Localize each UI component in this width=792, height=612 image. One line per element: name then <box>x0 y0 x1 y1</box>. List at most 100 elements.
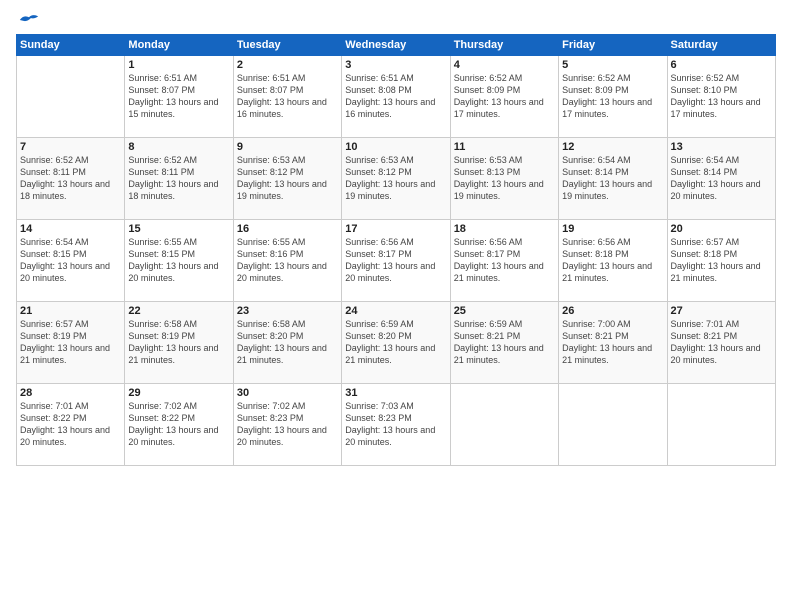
cell-info: Sunrise: 6:52 AM Sunset: 8:11 PM Dayligh… <box>128 154 229 203</box>
cell-info: Sunrise: 6:52 AM Sunset: 8:09 PM Dayligh… <box>454 72 555 121</box>
table-row <box>667 384 775 466</box>
cell-info: Sunrise: 6:53 AM Sunset: 8:12 PM Dayligh… <box>345 154 446 203</box>
cell-info: Sunrise: 6:52 AM Sunset: 8:10 PM Dayligh… <box>671 72 772 121</box>
table-row: 25Sunrise: 6:59 AM Sunset: 8:21 PM Dayli… <box>450 302 558 384</box>
cell-info: Sunrise: 6:55 AM Sunset: 8:16 PM Dayligh… <box>237 236 338 285</box>
col-wednesday: Wednesday <box>342 35 450 56</box>
day-number: 25 <box>454 305 555 317</box>
table-row: 3Sunrise: 6:51 AM Sunset: 8:08 PM Daylig… <box>342 56 450 138</box>
table-row: 16Sunrise: 6:55 AM Sunset: 8:16 PM Dayli… <box>233 220 341 302</box>
cell-info: Sunrise: 6:58 AM Sunset: 8:19 PM Dayligh… <box>128 318 229 367</box>
cell-info: Sunrise: 6:56 AM Sunset: 8:17 PM Dayligh… <box>345 236 446 285</box>
table-row: 14Sunrise: 6:54 AM Sunset: 8:15 PM Dayli… <box>17 220 125 302</box>
day-number: 10 <box>345 141 446 153</box>
table-row: 31Sunrise: 7:03 AM Sunset: 8:23 PM Dayli… <box>342 384 450 466</box>
table-row: 1Sunrise: 6:51 AM Sunset: 8:07 PM Daylig… <box>125 56 233 138</box>
table-row: 15Sunrise: 6:55 AM Sunset: 8:15 PM Dayli… <box>125 220 233 302</box>
table-row: 21Sunrise: 6:57 AM Sunset: 8:19 PM Dayli… <box>17 302 125 384</box>
cell-info: Sunrise: 6:57 AM Sunset: 8:18 PM Dayligh… <box>671 236 772 285</box>
table-row <box>17 56 125 138</box>
header-row: Sunday Monday Tuesday Wednesday Thursday… <box>17 35 776 56</box>
table-row: 12Sunrise: 6:54 AM Sunset: 8:14 PM Dayli… <box>559 138 667 220</box>
table-row: 11Sunrise: 6:53 AM Sunset: 8:13 PM Dayli… <box>450 138 558 220</box>
table-row: 9Sunrise: 6:53 AM Sunset: 8:12 PM Daylig… <box>233 138 341 220</box>
col-thursday: Thursday <box>450 35 558 56</box>
cell-info: Sunrise: 6:54 AM Sunset: 8:14 PM Dayligh… <box>671 154 772 203</box>
table-row: 8Sunrise: 6:52 AM Sunset: 8:11 PM Daylig… <box>125 138 233 220</box>
table-row: 18Sunrise: 6:56 AM Sunset: 8:17 PM Dayli… <box>450 220 558 302</box>
table-row: 23Sunrise: 6:58 AM Sunset: 8:20 PM Dayli… <box>233 302 341 384</box>
day-number: 8 <box>128 141 229 153</box>
cell-info: Sunrise: 6:55 AM Sunset: 8:15 PM Dayligh… <box>128 236 229 285</box>
table-row: 13Sunrise: 6:54 AM Sunset: 8:14 PM Dayli… <box>667 138 775 220</box>
col-monday: Monday <box>125 35 233 56</box>
day-number: 2 <box>237 59 338 71</box>
cell-info: Sunrise: 6:52 AM Sunset: 8:09 PM Dayligh… <box>562 72 663 121</box>
table-row: 19Sunrise: 6:56 AM Sunset: 8:18 PM Dayli… <box>559 220 667 302</box>
cell-info: Sunrise: 6:59 AM Sunset: 8:21 PM Dayligh… <box>454 318 555 367</box>
cell-info: Sunrise: 6:51 AM Sunset: 8:07 PM Dayligh… <box>237 72 338 121</box>
table-row: 29Sunrise: 7:02 AM Sunset: 8:22 PM Dayli… <box>125 384 233 466</box>
day-number: 18 <box>454 223 555 235</box>
cell-info: Sunrise: 7:00 AM Sunset: 8:21 PM Dayligh… <box>562 318 663 367</box>
cell-info: Sunrise: 7:03 AM Sunset: 8:23 PM Dayligh… <box>345 400 446 449</box>
table-row: 2Sunrise: 6:51 AM Sunset: 8:07 PM Daylig… <box>233 56 341 138</box>
day-number: 1 <box>128 59 229 71</box>
day-number: 21 <box>20 305 121 317</box>
cell-info: Sunrise: 6:56 AM Sunset: 8:17 PM Dayligh… <box>454 236 555 285</box>
day-number: 31 <box>345 387 446 399</box>
cell-info: Sunrise: 6:52 AM Sunset: 8:11 PM Dayligh… <box>20 154 121 203</box>
day-number: 27 <box>671 305 772 317</box>
day-number: 22 <box>128 305 229 317</box>
day-number: 9 <box>237 141 338 153</box>
header <box>16 12 776 28</box>
calendar-week-row: 28Sunrise: 7:01 AM Sunset: 8:22 PM Dayli… <box>17 384 776 466</box>
page: Sunday Monday Tuesday Wednesday Thursday… <box>0 0 792 612</box>
cell-info: Sunrise: 6:53 AM Sunset: 8:13 PM Dayligh… <box>454 154 555 203</box>
day-number: 11 <box>454 141 555 153</box>
logo <box>16 12 40 28</box>
cell-info: Sunrise: 6:53 AM Sunset: 8:12 PM Dayligh… <box>237 154 338 203</box>
day-number: 30 <box>237 387 338 399</box>
table-row <box>450 384 558 466</box>
day-number: 24 <box>345 305 446 317</box>
cell-info: Sunrise: 6:57 AM Sunset: 8:19 PM Dayligh… <box>20 318 121 367</box>
calendar-week-row: 21Sunrise: 6:57 AM Sunset: 8:19 PM Dayli… <box>17 302 776 384</box>
day-number: 16 <box>237 223 338 235</box>
table-row: 10Sunrise: 6:53 AM Sunset: 8:12 PM Dayli… <box>342 138 450 220</box>
cell-info: Sunrise: 7:02 AM Sunset: 8:23 PM Dayligh… <box>237 400 338 449</box>
calendar-table: Sunday Monday Tuesday Wednesday Thursday… <box>16 34 776 466</box>
day-number: 6 <box>671 59 772 71</box>
table-row: 24Sunrise: 6:59 AM Sunset: 8:20 PM Dayli… <box>342 302 450 384</box>
calendar-week-row: 7Sunrise: 6:52 AM Sunset: 8:11 PM Daylig… <box>17 138 776 220</box>
cell-info: Sunrise: 7:01 AM Sunset: 8:22 PM Dayligh… <box>20 400 121 449</box>
day-number: 28 <box>20 387 121 399</box>
day-number: 17 <box>345 223 446 235</box>
day-number: 3 <box>345 59 446 71</box>
cell-info: Sunrise: 6:54 AM Sunset: 8:14 PM Dayligh… <box>562 154 663 203</box>
day-number: 14 <box>20 223 121 235</box>
table-row: 7Sunrise: 6:52 AM Sunset: 8:11 PM Daylig… <box>17 138 125 220</box>
day-number: 29 <box>128 387 229 399</box>
logo-bird-icon <box>18 12 40 28</box>
day-number: 4 <box>454 59 555 71</box>
table-row: 26Sunrise: 7:00 AM Sunset: 8:21 PM Dayli… <box>559 302 667 384</box>
table-row: 5Sunrise: 6:52 AM Sunset: 8:09 PM Daylig… <box>559 56 667 138</box>
day-number: 13 <box>671 141 772 153</box>
col-saturday: Saturday <box>667 35 775 56</box>
cell-info: Sunrise: 6:51 AM Sunset: 8:07 PM Dayligh… <box>128 72 229 121</box>
table-row: 30Sunrise: 7:02 AM Sunset: 8:23 PM Dayli… <box>233 384 341 466</box>
day-number: 20 <box>671 223 772 235</box>
table-row: 22Sunrise: 6:58 AM Sunset: 8:19 PM Dayli… <box>125 302 233 384</box>
table-row: 17Sunrise: 6:56 AM Sunset: 8:17 PM Dayli… <box>342 220 450 302</box>
calendar-week-row: 14Sunrise: 6:54 AM Sunset: 8:15 PM Dayli… <box>17 220 776 302</box>
day-number: 12 <box>562 141 663 153</box>
day-number: 26 <box>562 305 663 317</box>
day-number: 7 <box>20 141 121 153</box>
cell-info: Sunrise: 6:54 AM Sunset: 8:15 PM Dayligh… <box>20 236 121 285</box>
col-friday: Friday <box>559 35 667 56</box>
table-row <box>559 384 667 466</box>
cell-info: Sunrise: 7:01 AM Sunset: 8:21 PM Dayligh… <box>671 318 772 367</box>
day-number: 23 <box>237 305 338 317</box>
calendar-week-row: 1Sunrise: 6:51 AM Sunset: 8:07 PM Daylig… <box>17 56 776 138</box>
